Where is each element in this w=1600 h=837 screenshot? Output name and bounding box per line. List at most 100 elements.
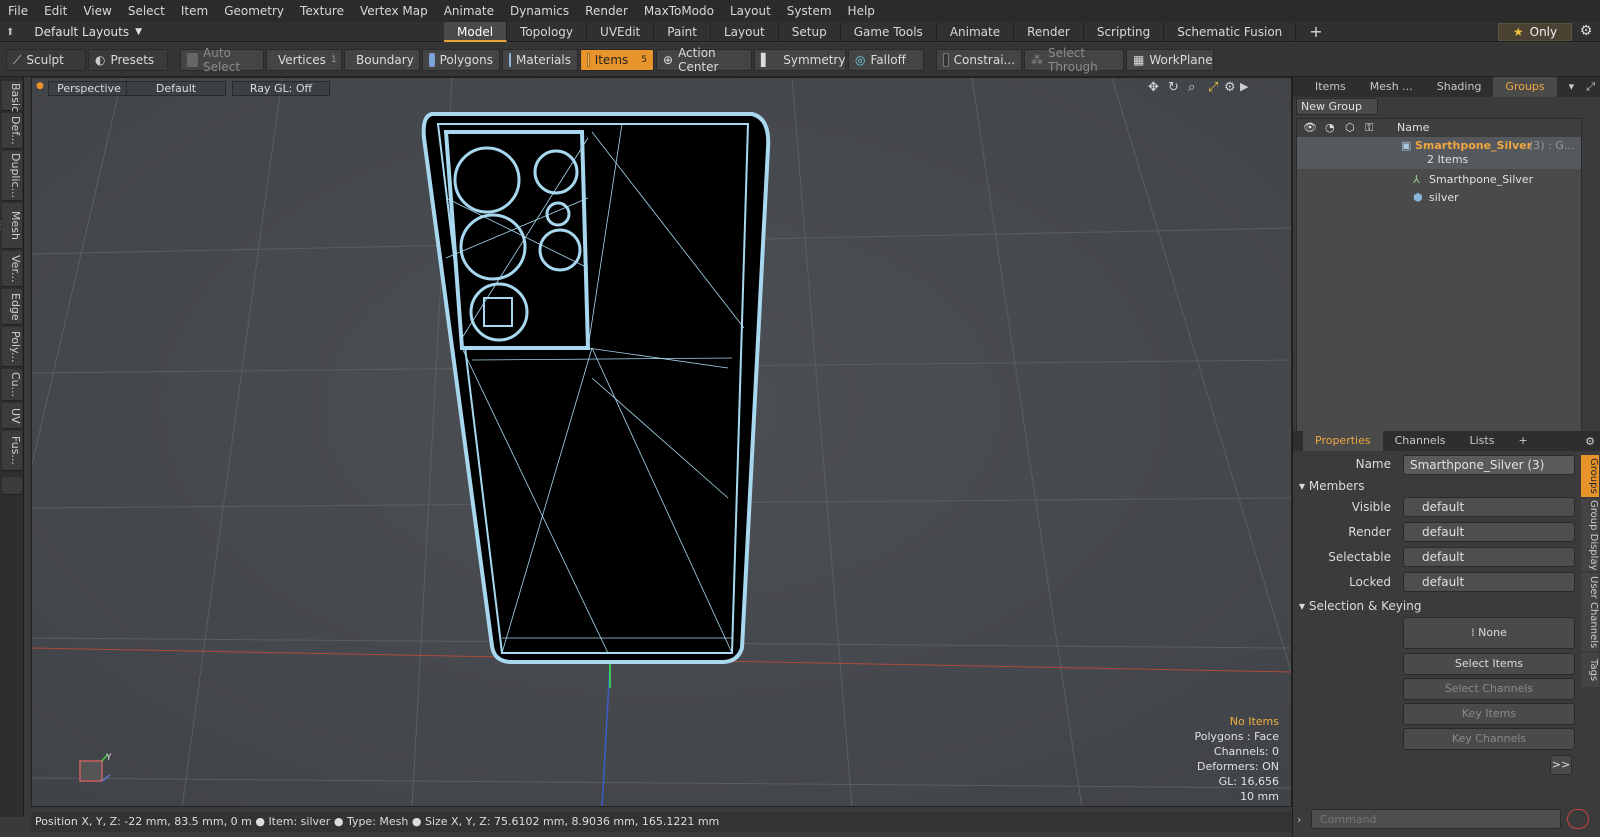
select-through-button[interactable]: ⁂ Select Through: [1024, 46, 1124, 74]
selectable-dropdown[interactable]: default: [1403, 547, 1575, 567]
more-button[interactable]: >>: [1550, 755, 1572, 775]
auto-select-button[interactable]: Auto Select: [180, 46, 264, 74]
zoom-view-icon[interactable]: ⌕: [1188, 80, 1195, 95]
tab-render[interactable]: Render: [1014, 22, 1084, 42]
selection-keying-section[interactable]: ▾ Selection & Keying: [1299, 597, 1577, 615]
view-mode-button[interactable]: Perspective: [48, 81, 130, 96]
left-tab-edge[interactable]: Edge: [2, 289, 22, 325]
eye-icon[interactable]: 👁: [1303, 119, 1317, 137]
tab-items[interactable]: Items: [1303, 77, 1358, 97]
group-row[interactable]: Smarthpone_Silver (3) : G... 2 Items ▣: [1297, 137, 1581, 169]
new-group-button[interactable]: New Group: [1296, 98, 1378, 115]
render-dropdown[interactable]: default: [1403, 522, 1575, 542]
tab-layout[interactable]: Layout: [711, 22, 779, 42]
record-icon[interactable]: [1567, 809, 1589, 829]
items-button[interactable]: Items 5: [580, 49, 654, 71]
menu-view[interactable]: View: [75, 0, 119, 22]
menu-maxtomodo[interactable]: MaxToModo: [636, 0, 722, 22]
side-tab-groups[interactable]: Groups: [1581, 455, 1599, 497]
none-button[interactable]: ⁞ None: [1403, 617, 1575, 649]
left-tab-curve[interactable]: Cu...: [2, 369, 22, 401]
tab-scripting[interactable]: Scripting: [1084, 22, 1165, 42]
menu-file[interactable]: File: [0, 0, 36, 22]
tab-topology[interactable]: Topology: [507, 22, 588, 42]
viewport-gear-icon[interactable]: ⚙: [1224, 80, 1236, 95]
materials-button[interactable]: Materials: [502, 49, 578, 71]
layout-selector[interactable]: ⬆ Default Layouts ▼: [6, 22, 142, 42]
list-item[interactable]: ⅄ Smarthpone_Silver: [1297, 171, 1581, 189]
tab-uvedit[interactable]: UVEdit: [587, 22, 655, 42]
left-tab-basic[interactable]: Basic: [2, 81, 22, 112]
vertices-button[interactable]: Vertices 1: [266, 49, 342, 71]
symmetry-button[interactable]: ▌ Symmetry: [754, 49, 846, 71]
tab-dropdown-icon[interactable]: ▾: [1557, 77, 1587, 97]
menu-layout[interactable]: Layout: [722, 0, 779, 22]
menu-system[interactable]: System: [779, 0, 840, 22]
tab-schematic-fusion[interactable]: Schematic Fusion: [1164, 22, 1297, 42]
name-input[interactable]: Smarthpone_Silver (3): [1403, 455, 1575, 475]
left-tab-vertex[interactable]: Ver...: [2, 251, 22, 287]
menu-dynamics[interactable]: Dynamics: [502, 0, 577, 22]
boundary-button[interactable]: Boundary: [344, 49, 420, 71]
menu-item[interactable]: Item: [173, 0, 216, 22]
key-channels-button[interactable]: Key Channels: [1403, 728, 1575, 750]
sculpt-button[interactable]: ⟋ Sculpt: [6, 49, 86, 71]
rotate-view-icon[interactable]: ↻: [1168, 80, 1179, 95]
add-tab-icon[interactable]: +: [1296, 22, 1335, 42]
left-tab-fusion[interactable]: Fus...: [2, 431, 22, 471]
tab-groups[interactable]: Groups: [1493, 77, 1557, 97]
command-input[interactable]: [1311, 809, 1561, 829]
fit-view-icon[interactable]: ⤢: [1208, 80, 1218, 95]
select-items-button[interactable]: Select Items: [1403, 653, 1575, 675]
menu-vertex-map[interactable]: Vertex Map: [352, 0, 436, 22]
left-tab-duplicate[interactable]: Duplic...: [2, 151, 22, 201]
menu-help[interactable]: Help: [840, 0, 883, 22]
lock-icon[interactable]: ⚿: [1365, 119, 1373, 137]
left-tab-mesh[interactable]: Mesh ...: [0, 203, 22, 249]
polygons-button[interactable]: Polygons: [422, 49, 500, 71]
visible-dropdown[interactable]: default: [1403, 497, 1575, 517]
gear-icon[interactable]: ⚙: [1576, 23, 1596, 41]
panel-gear-icon[interactable]: ⚙: [1585, 435, 1600, 448]
shading-mode-button[interactable]: Default: [126, 81, 226, 96]
locked-dropdown[interactable]: default: [1403, 572, 1575, 592]
tab-properties[interactable]: Properties: [1303, 431, 1383, 451]
members-section[interactable]: ▾ Members: [1299, 477, 1577, 495]
presets-button[interactable]: ◐ Presets: [88, 49, 168, 71]
render-icon[interactable]: ◔: [1325, 119, 1335, 137]
side-tab-group-display[interactable]: Group Display: [1581, 499, 1599, 571]
menu-select[interactable]: Select: [120, 0, 173, 22]
tab-setup[interactable]: Setup: [779, 22, 841, 42]
3d-viewport[interactable]: Y ● Perspective Default Ray GL: Off ✥ ↻ …: [31, 77, 1292, 807]
side-tab-user-channels[interactable]: User Channels: [1581, 573, 1599, 651]
list-item[interactable]: ⬢ silver: [1297, 189, 1581, 207]
viewport-expand-icon[interactable]: ▶: [1240, 80, 1248, 93]
add-panel-tab-icon[interactable]: +: [1506, 431, 1539, 451]
falloff-button[interactable]: ◎ Falloff: [848, 49, 924, 71]
left-tab-polygon[interactable]: Poly...: [2, 327, 22, 367]
move-view-icon[interactable]: ✥: [1148, 80, 1159, 95]
select-channels-button[interactable]: Select Channels: [1403, 678, 1575, 700]
tab-paint[interactable]: Paint: [654, 22, 711, 42]
tab-channels[interactable]: Channels: [1383, 431, 1458, 451]
tab-game-tools[interactable]: Game Tools: [841, 22, 937, 42]
menu-animate[interactable]: Animate: [436, 0, 502, 22]
only-button[interactable]: ★ Only: [1498, 23, 1572, 41]
raygl-button[interactable]: Ray GL: Off: [232, 81, 330, 96]
key-items-button[interactable]: Key Items: [1403, 703, 1575, 725]
panel-expand-icon[interactable]: ⤢: [1586, 80, 1600, 94]
tab-mesh[interactable]: Mesh ...: [1358, 77, 1425, 97]
tab-shading[interactable]: Shading: [1425, 77, 1494, 97]
tab-animate[interactable]: Animate: [937, 22, 1015, 42]
tab-model[interactable]: Model: [444, 22, 508, 42]
menu-geometry[interactable]: Geometry: [216, 0, 292, 22]
left-tab-deform[interactable]: Def...: [2, 113, 22, 149]
menu-edit[interactable]: Edit: [36, 0, 75, 22]
menu-render[interactable]: Render: [577, 0, 636, 22]
left-tab-uv[interactable]: UV: [2, 403, 22, 429]
menu-texture[interactable]: Texture: [292, 0, 352, 22]
tab-lists[interactable]: Lists: [1458, 431, 1507, 451]
workplane-button[interactable]: ▦ WorkPlane: [1126, 49, 1214, 71]
left-strip-toggle[interactable]: [2, 477, 22, 495]
select-icon[interactable]: ⬡: [1345, 119, 1355, 137]
